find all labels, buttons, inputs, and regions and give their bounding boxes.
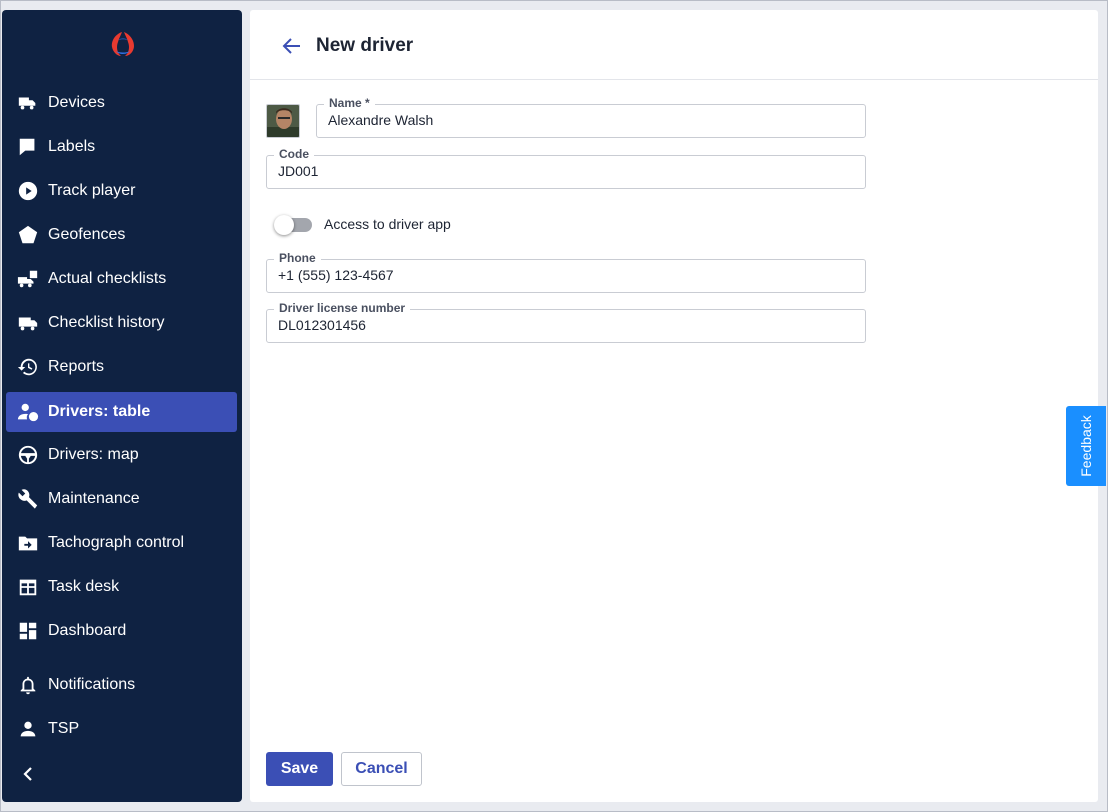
feedback-tab[interactable]: Feedback [1066,406,1106,486]
chevron-left-icon [23,767,32,781]
sidebar-item-maintenance[interactable]: Maintenance [6,479,237,519]
sidebar-item-drivers-table[interactable]: Drivers: table [6,392,237,432]
code-field[interactable]: Code [266,147,866,189]
name-input[interactable] [328,112,854,128]
sidebar-item-drivers-map[interactable]: Drivers: map [6,435,237,475]
main-panel: New driver Name * Code Access to driver … [250,10,1098,802]
license-field[interactable]: Driver license number [266,301,866,343]
play-circle-icon [16,179,40,203]
driver-wheel-icon [16,400,40,424]
page-header: New driver [250,10,1098,80]
truck-history-icon [16,311,40,335]
sidebar-item-label: Dashboard [48,622,127,639]
sidebar-item-task-desk[interactable]: Task desk [6,567,237,607]
app-logo[interactable] [108,29,138,59]
sidebar-item-label: Notifications [48,676,136,693]
sidebar-item-label: Devices [48,94,105,111]
arrow-left-icon [282,38,300,54]
driver-avatar[interactable] [266,104,300,138]
license-input[interactable] [278,317,854,333]
wrench-icon [16,487,40,511]
steering-wheel-icon [16,443,40,467]
sidebar-item-track-player[interactable]: Track player [6,171,237,211]
sidebar-item-label: Drivers: table [48,403,151,420]
feedback-label: Feedback [1078,415,1094,477]
truck-checklist-icon [16,267,40,291]
sidebar-item-checklist-history[interactable]: Checklist history [6,303,237,343]
truck-car-icon [16,91,40,115]
pentagon-icon [16,223,40,247]
driver-app-access-toggle[interactable] [274,215,314,235]
dashboard-icon [16,619,40,643]
calendar-table-icon [16,575,40,599]
sidebar-item-label: Track player [48,182,136,199]
sidebar-item-label: Tachograph control [48,534,185,551]
sidebar-item-tsp[interactable]: TSP [6,709,237,749]
sidebar-item-label: Labels [48,138,96,155]
sidebar-item-labels[interactable]: Labels [6,127,237,167]
person-icon [16,717,40,741]
folder-arrow-icon [16,531,40,555]
code-input[interactable] [278,163,854,179]
sidebar-item-label: TSP [48,720,80,737]
sidebar-item-label: Drivers: map [48,446,139,463]
sidebar-item-geofences[interactable]: Geofences [6,215,237,255]
sidebar-item-label: Checklist history [48,314,165,331]
sidebar-item-actual-checklists[interactable]: Actual checklists [6,259,237,299]
phone-input[interactable] [278,267,854,283]
sidebar-item-notifications[interactable]: Notifications [6,665,237,705]
cancel-button[interactable]: Cancel [341,752,422,786]
license-label: Driver license number [274,301,411,315]
label-flag-icon [16,135,40,159]
save-button[interactable]: Save [266,752,333,786]
toggle-knob [274,215,294,235]
phone-field[interactable]: Phone [266,251,866,293]
sidebar-item-label: Maintenance [48,490,140,507]
collapse-sidebar-button[interactable] [16,762,40,786]
back-button[interactable] [280,34,304,58]
name-field[interactable]: Name * [316,96,866,138]
driver-app-access-label: Access to driver app [324,216,451,232]
sidebar-item-label: Actual checklists [48,270,167,287]
sidebar: Devices Labels Track player Geofences Ac… [2,10,242,802]
sidebar-item-tachograph-control[interactable]: Tachograph control [6,523,237,563]
name-label: Name * [324,96,375,110]
sidebar-item-label: Reports [48,358,105,375]
sidebar-item-label: Task desk [48,578,120,595]
phone-label: Phone [274,251,321,265]
sidebar-item-dashboard[interactable]: Dashboard [6,611,237,651]
sidebar-item-reports[interactable]: Reports [6,347,237,387]
sidebar-item-devices[interactable]: Devices [6,83,237,123]
code-label: Code [274,147,314,161]
page-title: New driver [316,35,414,56]
bell-icon [16,673,40,697]
sidebar-item-label: Geofences [48,226,126,243]
history-icon [16,355,40,379]
